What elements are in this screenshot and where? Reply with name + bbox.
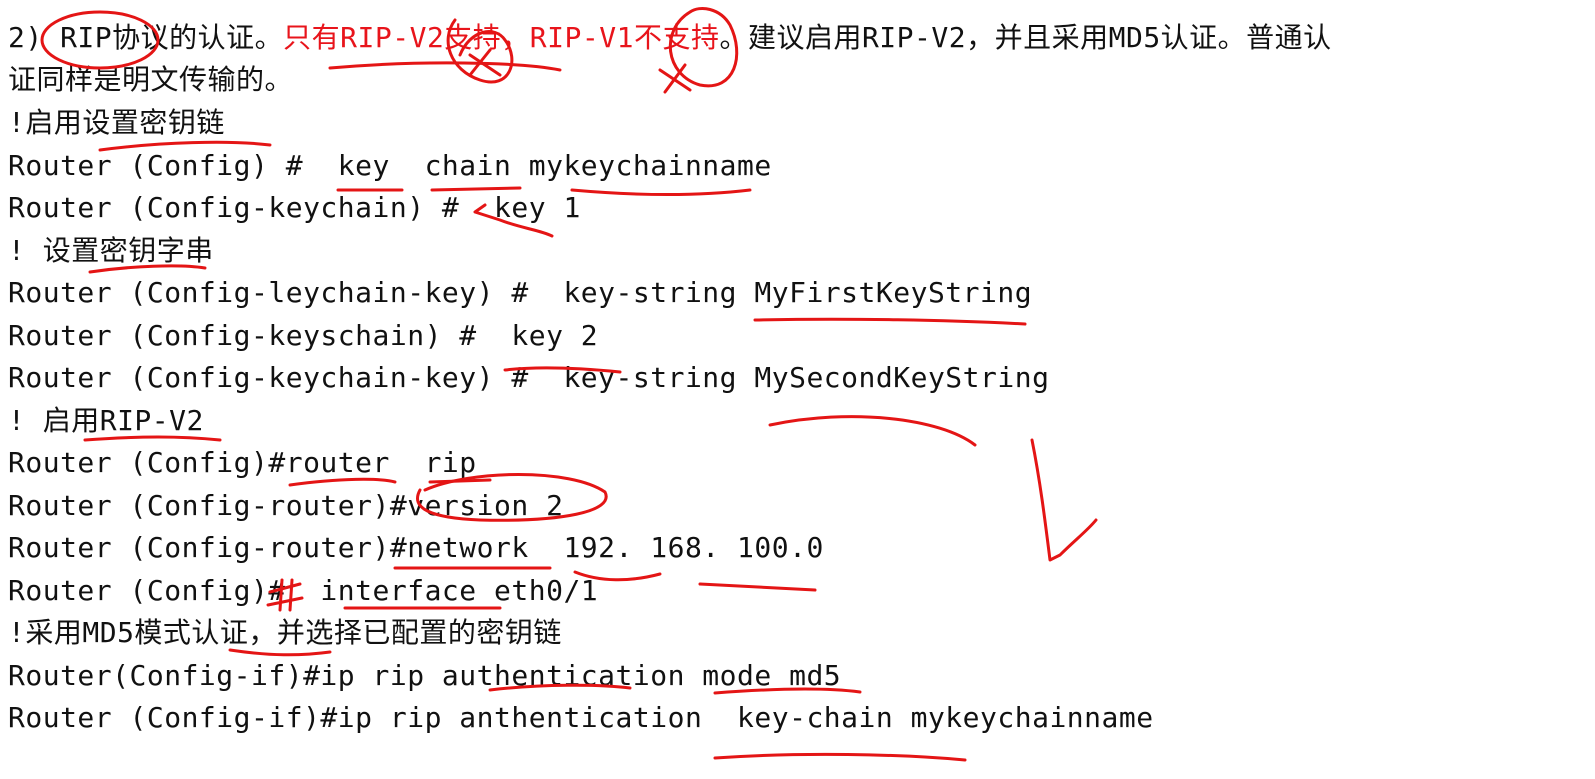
code-line-key-chain: Router (Config) # key chain mykeychainna… xyxy=(8,149,772,182)
comment-enable-keychain: !启用设置密钥链 xyxy=(8,106,225,139)
intro-line: 2) RIP协议的认证。只有RIP-V2支持，RIP-V1不支持。建议启用RIP… xyxy=(8,18,1332,60)
underline-first-key-string xyxy=(753,317,1027,326)
comment-set-key-string: ! 设置密钥字串 xyxy=(8,234,214,267)
comment-md5-auth: !采用MD5模式认证，并选择已配置的密钥链 xyxy=(8,616,562,649)
intro-lead: RIP协议的认证。 xyxy=(42,21,284,54)
code-line-key-string-2: Router (Config-keychain-key) # key-strin… xyxy=(8,361,1050,394)
arrow-annotation-down xyxy=(1030,438,1098,562)
cross-annotation-v1 xyxy=(658,63,692,94)
code-line-key-2: Router (Config-keyschain) # key 2 xyxy=(8,319,599,352)
code-line-network: Router (Config-router)#network 192. 168.… xyxy=(8,531,824,564)
code-line-router-rip: Router (Config)#router rip xyxy=(8,446,477,479)
underline-key-chain-name xyxy=(713,752,967,762)
code-line-version-2: Router (Config-router)#version 2 xyxy=(8,489,564,522)
intro-highlight: 只有RIP-V2支持，RIP-V1不支持 xyxy=(283,21,720,54)
code-line-key-string-1: Router (Config-leychain-key) # key-strin… xyxy=(8,276,1033,309)
comment-enable-rip-v2: ! 启用RIP-V2 xyxy=(8,404,204,437)
underline-intro xyxy=(328,61,562,72)
intro-number: 2) xyxy=(8,21,43,54)
arc-annotation xyxy=(768,415,977,447)
code-line-auth-mode: Router(Config-if)#ip rip authentication … xyxy=(8,659,842,692)
intro-continuation: 证同样是明文传输的。 xyxy=(8,63,294,96)
code-line-interface: Router (Config)# interface eth0/1 xyxy=(8,574,599,607)
intro-rest: 。建议启用RIP-V2，并且采用MD5认证。普通认 xyxy=(719,21,1332,54)
code-line-key-1: Router (Config-keychain) # key 1 xyxy=(8,191,581,224)
code-line-key-chain-ref: Router (Config-if)#ip rip anthentication… xyxy=(8,701,1154,734)
document-page: 2) RIP协议的认证。只有RIP-V2支持，RIP-V1不支持。建议启用RIP… xyxy=(0,0,1595,779)
